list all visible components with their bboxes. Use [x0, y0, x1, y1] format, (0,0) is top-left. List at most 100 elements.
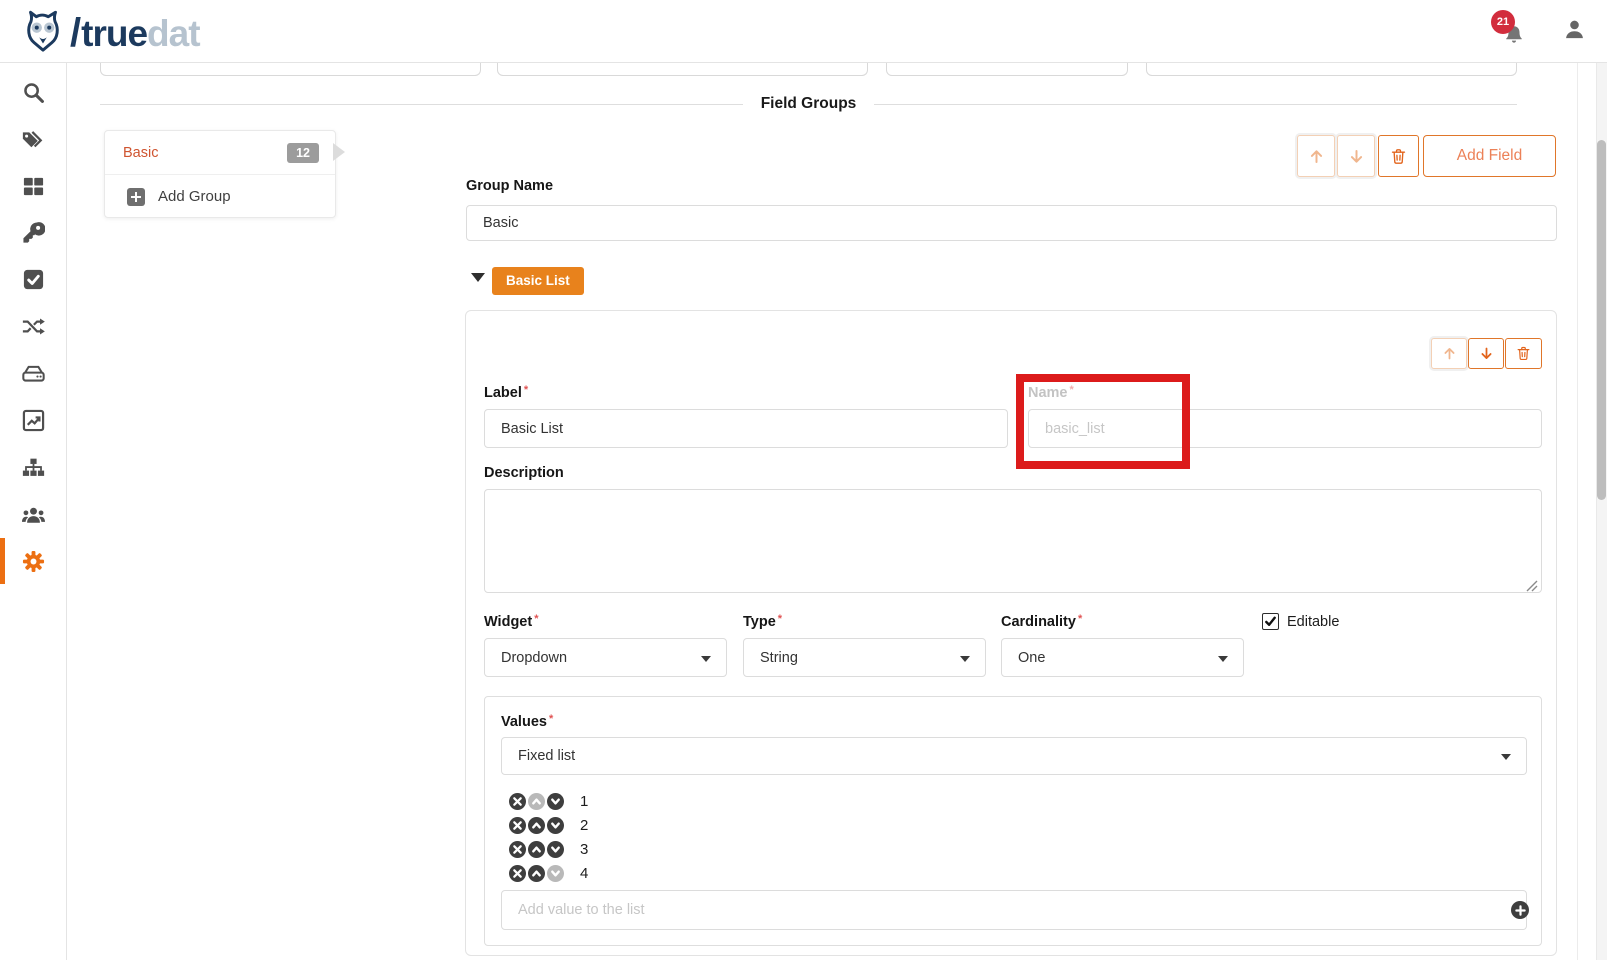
- user-profile-icon[interactable]: [1563, 18, 1586, 42]
- settings-icon[interactable]: [22, 550, 45, 573]
- description-label: Description: [484, 465, 564, 481]
- shuffle-icon[interactable]: [22, 315, 45, 338]
- chevron-down-icon: [960, 656, 970, 662]
- active-item-indicator: [0, 538, 5, 584]
- users-icon[interactable]: [22, 503, 45, 526]
- remove-value-icon[interactable]: [509, 841, 526, 858]
- field-badge[interactable]: Basic List: [492, 267, 584, 295]
- group-item-label: Basic: [123, 145, 158, 161]
- group-item-basic[interactable]: Basic 12: [105, 131, 335, 174]
- group-name-input[interactable]: [466, 205, 1557, 241]
- description-textarea[interactable]: [484, 489, 1542, 593]
- remove-value-icon[interactable]: [509, 865, 526, 882]
- move-value-up-icon[interactable]: [528, 793, 545, 810]
- widget-dropdown[interactable]: Dropdown: [484, 638, 727, 677]
- move-group-up-button[interactable]: [1297, 135, 1335, 177]
- content-edge-line: [1577, 63, 1578, 960]
- move-field-up-button[interactable]: [1431, 338, 1467, 369]
- delete-field-button[interactable]: [1505, 338, 1542, 369]
- name-field-label: Name*: [1028, 384, 1074, 401]
- cardinality-dropdown[interactable]: One: [1001, 638, 1244, 677]
- chart-icon[interactable]: [22, 409, 45, 432]
- field-count-badge: 12: [287, 143, 319, 163]
- values-box: Values* Fixed list 1 2: [484, 696, 1542, 946]
- add-group-button[interactable]: Add Group: [105, 175, 335, 218]
- modules-icon[interactable]: [22, 175, 45, 198]
- search-icon[interactable]: [22, 81, 45, 104]
- cardinality-label: Cardinality*: [1001, 613, 1082, 630]
- widget-value: Dropdown: [501, 650, 567, 666]
- value-item-text: 1: [580, 793, 588, 810]
- top-header: /truedat 21: [0, 0, 1607, 63]
- cutoff-input-3[interactable]: [886, 63, 1128, 76]
- type-value: String: [760, 650, 798, 666]
- section-title: Field Groups: [761, 95, 857, 113]
- editable-checkbox[interactable]: [1262, 613, 1279, 630]
- widget-label: Widget*: [484, 613, 538, 630]
- chevron-down-icon: [1218, 656, 1228, 662]
- label-input[interactable]: [484, 409, 1008, 448]
- value-item-text: 2: [580, 817, 588, 834]
- key-icon[interactable]: [22, 221, 45, 244]
- chevron-down-icon: [1501, 754, 1511, 760]
- editable-label: Editable: [1287, 614, 1339, 630]
- brand-secondary: dat: [147, 13, 200, 54]
- owl-icon: [20, 8, 66, 59]
- group-list-panel: Basic 12 Add Group: [104, 130, 336, 218]
- value-item-text: 3: [580, 841, 588, 858]
- move-value-down-icon[interactable]: [547, 793, 564, 810]
- remove-value-icon[interactable]: [509, 793, 526, 810]
- tags-icon[interactable]: [22, 128, 45, 151]
- section-heading: Field Groups: [100, 94, 1517, 114]
- field-card: Label* Name* Description Widget* Dropdow…: [465, 310, 1557, 956]
- cutoff-input-1[interactable]: [100, 63, 481, 76]
- move-value-up-icon[interactable]: [528, 841, 545, 858]
- scrollbar-thumb[interactable]: [1597, 140, 1606, 500]
- group-name-label: Group Name: [466, 178, 553, 194]
- app-root: /truedat 21: [0, 0, 1607, 960]
- chevron-down-icon: [701, 656, 711, 662]
- add-value-input[interactable]: [501, 890, 1527, 930]
- plus-square-icon: [127, 188, 145, 206]
- value-list-item: 4: [509, 862, 588, 884]
- remove-value-icon[interactable]: [509, 817, 526, 834]
- add-field-label: Add Field: [1457, 147, 1522, 165]
- add-value-plus-icon[interactable]: [1511, 901, 1529, 919]
- move-group-down-button[interactable]: [1337, 135, 1375, 177]
- cutoff-input-4[interactable]: [1146, 63, 1517, 76]
- group-selected-chevron-icon: [333, 143, 345, 161]
- collapse-caret-icon[interactable]: [471, 273, 485, 282]
- brand-slash: /: [70, 11, 80, 55]
- divider-line: [874, 104, 1517, 105]
- storage-icon[interactable]: [22, 362, 45, 385]
- move-field-down-button[interactable]: [1468, 338, 1504, 369]
- value-item-text: 4: [580, 865, 588, 882]
- value-list-item: 3: [509, 838, 588, 860]
- cardinality-value: One: [1018, 650, 1045, 666]
- structure-icon[interactable]: [22, 456, 45, 479]
- value-list-item: 2: [509, 814, 588, 836]
- move-value-up-icon[interactable]: [528, 865, 545, 882]
- delete-group-button[interactable]: [1378, 135, 1419, 177]
- resize-grip-icon[interactable]: [1526, 579, 1538, 591]
- move-value-down-icon[interactable]: [547, 841, 564, 858]
- tasks-icon[interactable]: [22, 268, 45, 291]
- cutoff-input-2[interactable]: [497, 63, 868, 76]
- move-value-down-icon[interactable]: [547, 817, 564, 834]
- values-source-dropdown[interactable]: Fixed list: [501, 737, 1527, 775]
- move-value-down-icon[interactable]: [547, 865, 564, 882]
- move-value-up-icon[interactable]: [528, 817, 545, 834]
- name-input[interactable]: [1028, 409, 1542, 448]
- divider-line: [100, 104, 743, 105]
- values-source-value: Fixed list: [518, 748, 575, 764]
- values-label: Values*: [501, 713, 553, 730]
- value-list-item: 1: [509, 790, 588, 812]
- left-sidebar: [0, 63, 67, 960]
- add-group-label: Add Group: [158, 188, 231, 205]
- type-dropdown[interactable]: String: [743, 638, 986, 677]
- type-label: Type*: [743, 613, 782, 630]
- notification-count-badge: 21: [1491, 10, 1515, 34]
- truedat-logo[interactable]: /truedat: [20, 8, 200, 59]
- label-field-label: Label*: [484, 384, 528, 401]
- add-field-button[interactable]: Add Field: [1423, 135, 1556, 177]
